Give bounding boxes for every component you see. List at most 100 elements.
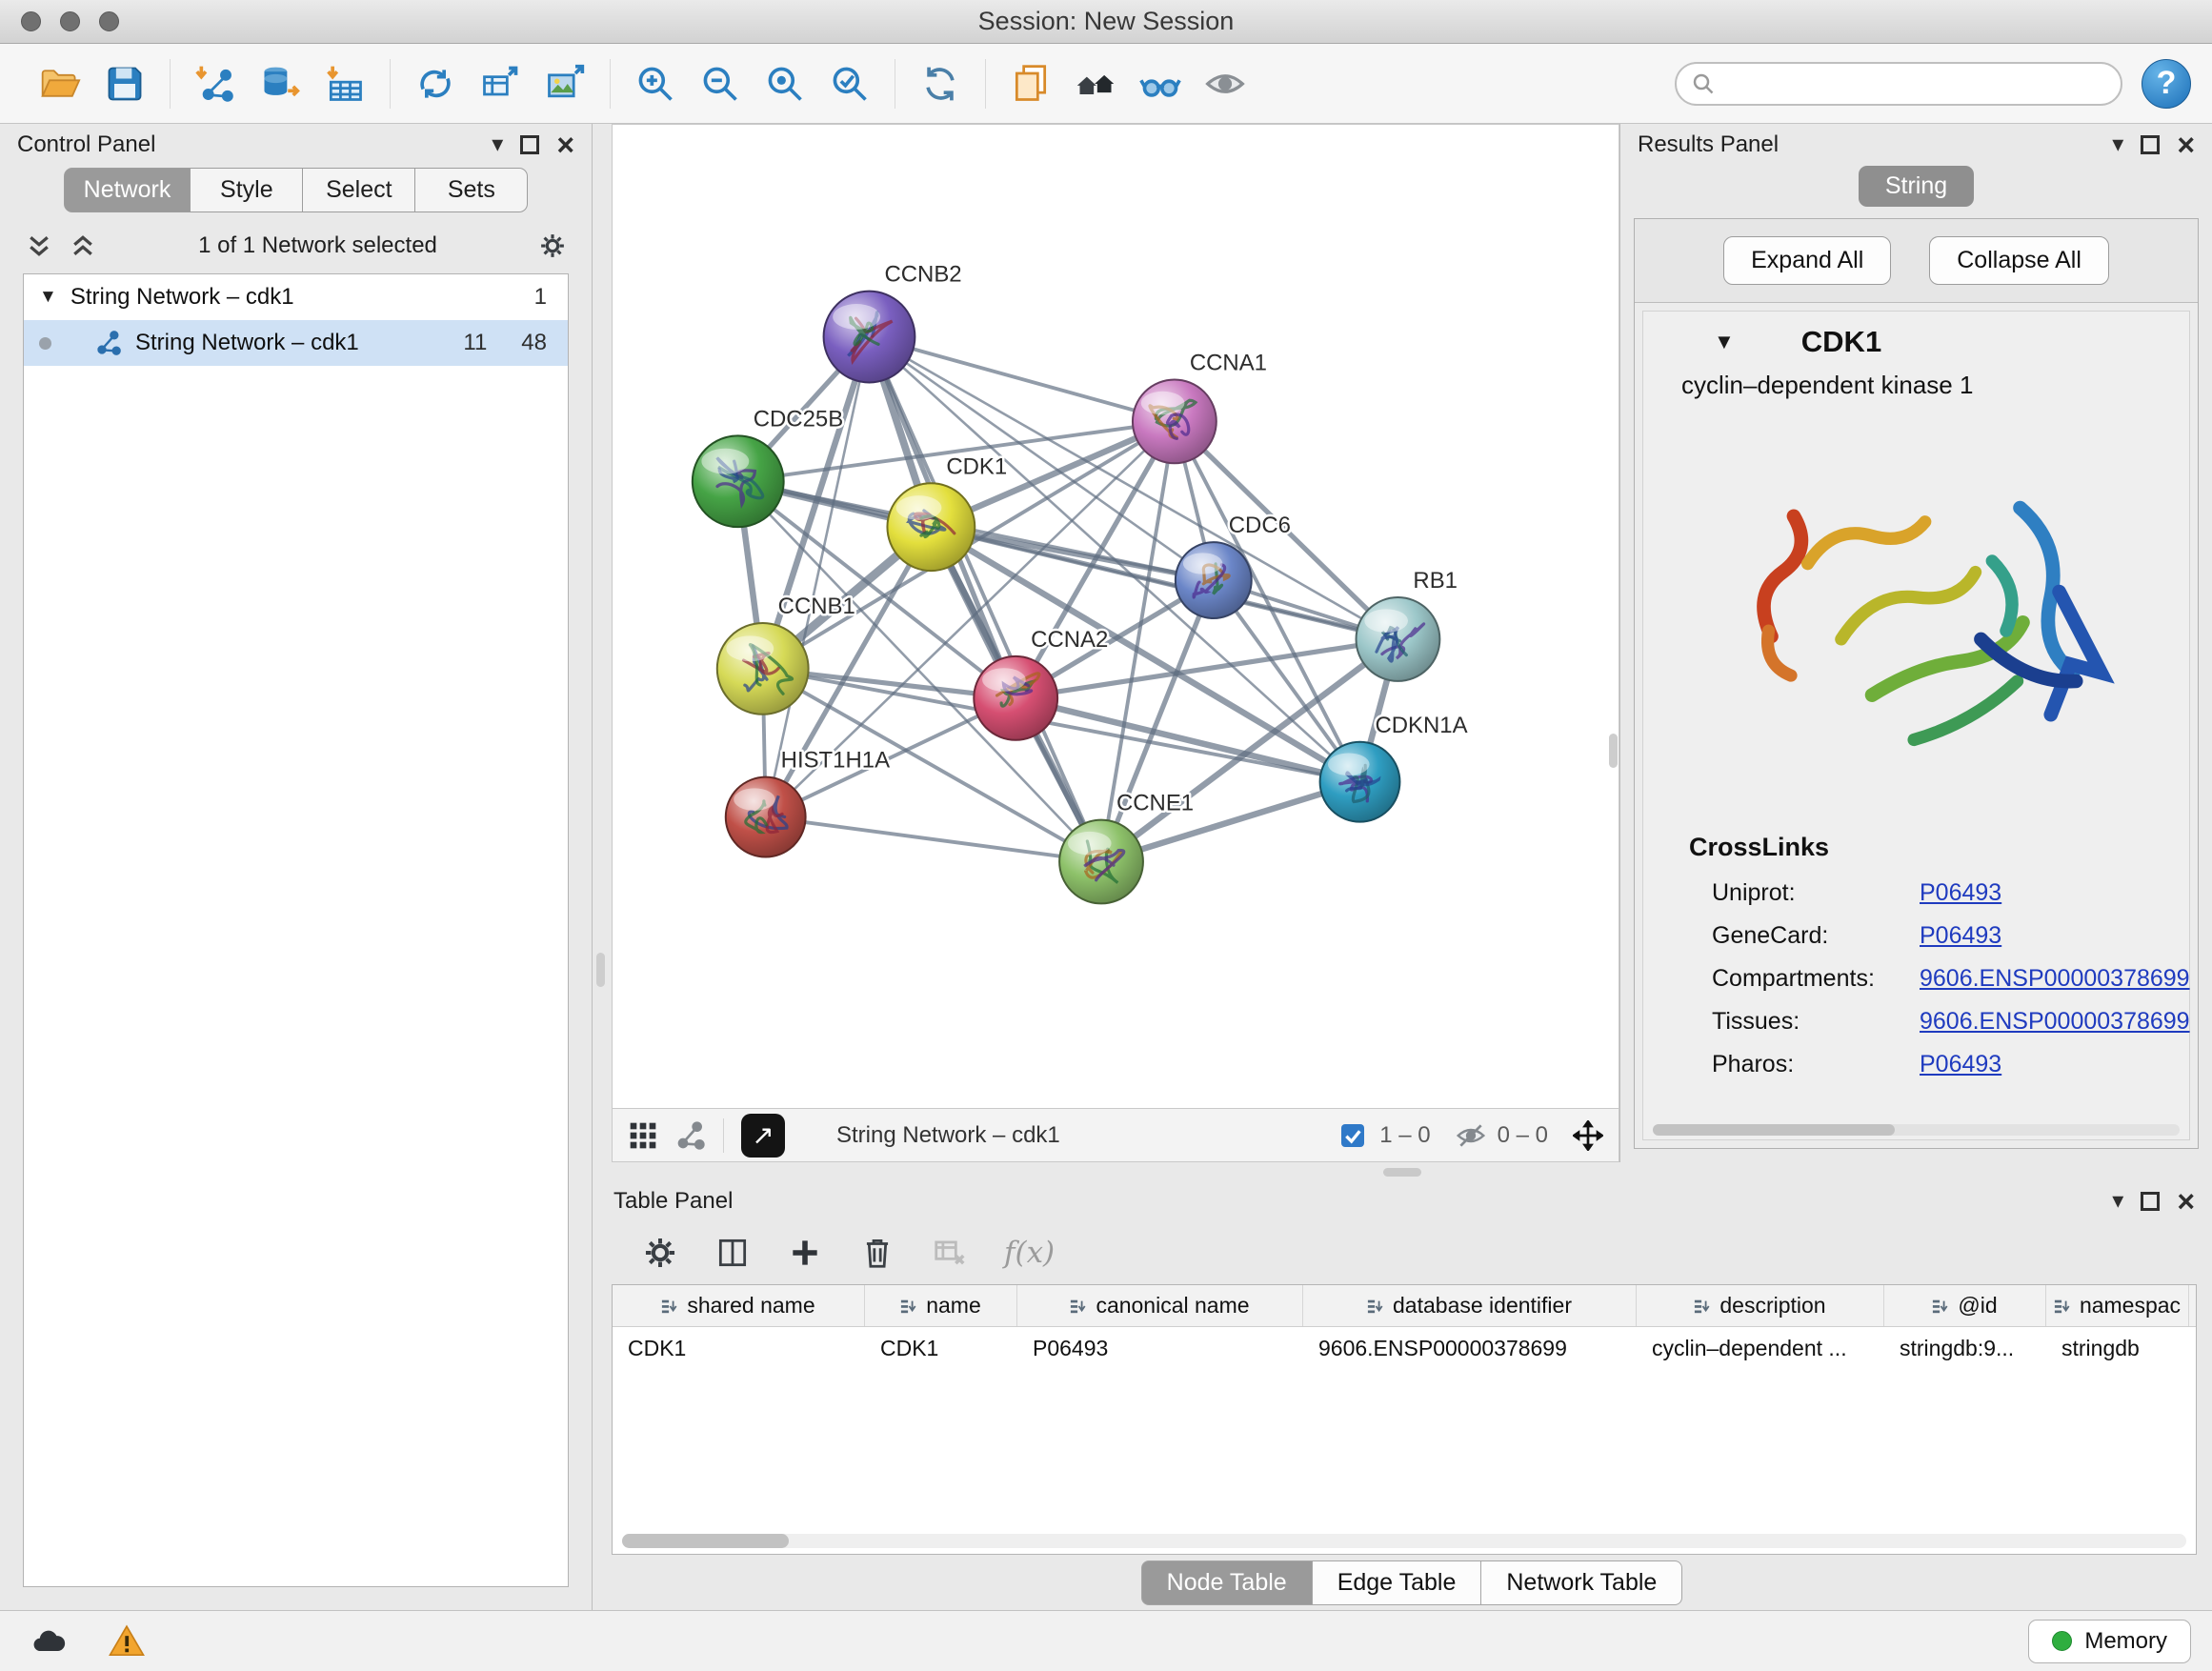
zoom-fit-button[interactable] [757, 56, 813, 111]
collapse-panel-icon[interactable]: ▾ [2112, 1190, 2123, 1213]
memory-button[interactable]: Memory [2028, 1620, 2191, 1663]
collapse-panel-icon[interactable]: ▾ [492, 133, 503, 156]
crosslink-link[interactable]: P06493 [1920, 922, 2001, 950]
expand-all-button[interactable]: Expand All [1723, 236, 1891, 285]
right-splitter-handle[interactable] [1609, 734, 1618, 768]
column-sort-icon[interactable] [1367, 1298, 1384, 1315]
close-panel-icon[interactable]: × [2177, 130, 2195, 160]
table-options-gear-icon[interactable] [642, 1235, 678, 1271]
minimize-window-button[interactable] [60, 11, 80, 31]
expand-all-icon[interactable] [69, 232, 97, 260]
zoom-window-button[interactable] [99, 11, 119, 31]
close-panel-icon[interactable]: × [556, 130, 574, 160]
table-hscrollbar[interactable] [622, 1534, 2186, 1548]
network-collection-row[interactable]: ▼ String Network – cdk1 1 [24, 274, 568, 320]
network-node-CDKN1A[interactable] [1320, 742, 1400, 822]
collapse-panel-icon[interactable]: ▾ [2112, 133, 2123, 156]
tab-style[interactable]: Style [191, 168, 303, 212]
zoom-out-button[interactable] [693, 56, 748, 111]
table-cell[interactable]: stringdb [2046, 1327, 2189, 1369]
open-in-window-button[interactable]: ↗ [741, 1114, 785, 1158]
network-node-RB1[interactable] [1357, 597, 1440, 681]
tab-node-table[interactable]: Node Table [1141, 1560, 1313, 1605]
left-splitter-handle[interactable] [596, 953, 605, 987]
network-and-table-button[interactable] [473, 56, 528, 111]
cloud-status-button[interactable] [21, 1620, 76, 1663]
tab-network-table[interactable]: Network Table [1481, 1560, 1682, 1605]
network-canvas[interactable]: CCNB2CCNA1CDC25BCDK1CDC6RB1CCNB1CCNA2CDK… [612, 124, 1619, 1109]
collapse-all-button[interactable]: Collapse All [1929, 236, 2109, 285]
column-header[interactable]: description [1637, 1285, 1884, 1326]
column-header[interactable]: canonical name [1017, 1285, 1303, 1326]
zoom-in-button[interactable] [628, 56, 683, 111]
network-node-CCNB1[interactable] [717, 623, 809, 715]
close-panel-icon[interactable]: × [2177, 1186, 2195, 1217]
network-options-gear-icon[interactable] [538, 232, 567, 260]
delete-column-trash-icon[interactable] [859, 1235, 895, 1271]
warning-status-button[interactable] [99, 1620, 154, 1663]
float-panel-icon[interactable] [2141, 1192, 2160, 1211]
network-node-CDK1[interactable] [887, 483, 975, 571]
column-sort-icon[interactable] [1932, 1298, 1949, 1315]
pan-crosshair-icon[interactable] [1573, 1120, 1603, 1151]
network-node-HIST1H1A[interactable] [726, 777, 806, 857]
show-graphics-details-button[interactable] [1197, 56, 1253, 111]
column-header[interactable]: name [865, 1285, 1017, 1326]
add-column-plus-icon[interactable] [787, 1235, 823, 1271]
import-network-file-button[interactable] [188, 56, 243, 111]
insert-column-icon[interactable] [714, 1235, 751, 1271]
copy-document-button[interactable] [1003, 56, 1058, 111]
clone-network-button[interactable] [408, 56, 463, 111]
selected-checkbox-icon[interactable] [1337, 1120, 1368, 1151]
import-table-button[interactable] [317, 56, 372, 111]
grid-view-icon[interactable] [628, 1120, 658, 1151]
column-sort-icon[interactable] [1070, 1298, 1087, 1315]
network-node-CDC25B[interactable] [693, 435, 784, 527]
show-all-panels-button[interactable] [1068, 56, 1123, 111]
protein-expander-icon[interactable]: ▼ [1714, 330, 1735, 354]
open-session-button[interactable] [32, 56, 88, 111]
table-cell[interactable]: cyclin–dependent ... [1637, 1327, 1884, 1369]
column-sort-icon[interactable] [1694, 1298, 1711, 1315]
tab-sets[interactable]: Sets [415, 168, 528, 212]
crosslink-link[interactable]: P06493 [1920, 879, 2001, 907]
refresh-layout-button[interactable] [913, 56, 968, 111]
network-node-CCNE1[interactable] [1059, 820, 1143, 904]
crosslink-link[interactable]: 9606.ENSP00000378699 [1920, 1008, 2190, 1036]
column-header[interactable]: database identifier [1303, 1285, 1637, 1326]
crosslink-link[interactable]: P06493 [1920, 1051, 2001, 1078]
help-button[interactable]: ? [2142, 59, 2191, 109]
network-node-CCNA2[interactable] [974, 656, 1057, 740]
crosslink-link[interactable]: 9606.ENSP00000378699 [1920, 965, 2190, 993]
collapse-all-icon[interactable] [25, 232, 53, 260]
hide-panels-button[interactable] [1133, 56, 1188, 111]
import-network-database-button[interactable] [252, 56, 308, 111]
column-sort-icon[interactable] [2054, 1298, 2071, 1315]
function-builder-icon[interactable]: f(x) [1004, 1236, 1055, 1270]
results-scrollbar[interactable] [1653, 1124, 2180, 1136]
network-view-icon[interactable] [675, 1120, 706, 1151]
network-graph[interactable]: CCNB2CCNA1CDC25BCDK1CDC6RB1CCNB1CCNA2CDK… [613, 125, 1619, 1108]
tab-string[interactable]: String [1859, 166, 1974, 207]
table-cell[interactable]: stringdb:9... [1884, 1327, 2046, 1369]
horizontal-splitter[interactable] [593, 1162, 2212, 1181]
column-header[interactable]: @id [1884, 1285, 2046, 1326]
column-sort-icon[interactable] [661, 1298, 678, 1315]
network-node-CCNA1[interactable] [1133, 379, 1217, 463]
column-sort-icon[interactable] [900, 1298, 917, 1315]
tree-expander-icon[interactable]: ▼ [39, 287, 57, 308]
table-row[interactable]: CDK1CDK1P064939606.ENSP00000378699cyclin… [613, 1327, 2196, 1369]
export-image-button[interactable] [537, 56, 593, 111]
table-cell[interactable]: P06493 [1017, 1327, 1303, 1369]
search-input[interactable] [1724, 70, 2105, 97]
network-edge[interactable] [869, 337, 1101, 862]
float-panel-icon[interactable] [2141, 135, 2160, 154]
column-header[interactable]: namespac [2046, 1285, 2189, 1326]
network-node-CDC6[interactable] [1176, 542, 1252, 618]
network-row[interactable]: String Network – cdk1 11 48 [24, 320, 568, 366]
tab-network[interactable]: Network [64, 168, 191, 212]
table-cell[interactable]: CDK1 [613, 1327, 865, 1369]
table-cell[interactable]: 9606.ENSP00000378699 [1303, 1327, 1637, 1369]
close-window-button[interactable] [21, 11, 41, 31]
float-panel-icon[interactable] [520, 135, 539, 154]
